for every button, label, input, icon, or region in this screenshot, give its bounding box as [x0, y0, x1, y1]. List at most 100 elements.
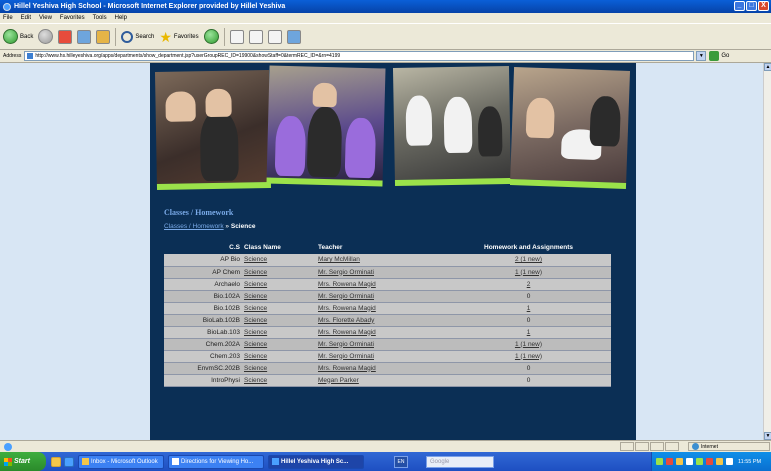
breadcrumb-link-classes[interactable]: Classes / Homework [164, 223, 224, 230]
go-button-label[interactable]: Go [721, 53, 729, 59]
teacher-link[interactable]: Mr. Sergio Orminati [318, 353, 374, 360]
home-icon[interactable] [96, 29, 111, 44]
tray-icon[interactable] [716, 458, 723, 465]
tray-icon[interactable] [666, 458, 673, 465]
teacher-link[interactable]: Mrs. Rowena Magid [318, 281, 376, 288]
vertical-scrollbar[interactable]: ▲ ▼ [763, 63, 771, 440]
teacher-link[interactable]: Mrs. Rowena Magid [318, 305, 376, 312]
class-name-link[interactable]: Science [244, 317, 267, 324]
teacher-link[interactable]: Mr. Sergio Orminati [318, 269, 374, 276]
homework-count: 0 [526, 364, 531, 372]
tray-icon[interactable] [686, 458, 693, 465]
security-zone: Internet [688, 442, 770, 451]
address-input[interactable]: http://www.hs.hilleyeshiva.org/apps/depa… [24, 51, 695, 61]
homework-link[interactable]: 1 [527, 305, 531, 312]
taskbar: Start Inbox - Microsoft Outlook Directio… [0, 452, 771, 471]
teacher-link[interactable]: Mr. Sergio Orminati [318, 293, 374, 300]
address-dropdown-icon[interactable]: ▼ [696, 51, 707, 61]
cell-homework: 2 (1 new) [446, 254, 611, 267]
taskbar-item-ie[interactable]: Hillel Yeshiva High Sc... [268, 454, 364, 469]
class-name-link[interactable]: Science [244, 305, 267, 312]
tray-icon[interactable] [706, 458, 713, 465]
google-search-box[interactable]: Google [426, 455, 494, 468]
stop-icon[interactable] [58, 29, 73, 44]
messenger-icon[interactable] [286, 29, 301, 44]
cell-cs: BioLab.103 [164, 326, 242, 339]
table-row: IntroPhysi Science Megan Parker 0 [164, 374, 611, 387]
history-icon[interactable] [203, 29, 219, 44]
photo-figure [306, 106, 343, 178]
back-button[interactable]: Back [3, 29, 33, 44]
scroll-up-icon[interactable]: ▲ [764, 63, 771, 71]
tray-icon[interactable] [696, 458, 703, 465]
task-label: Directions for Viewing Ho... [181, 458, 254, 465]
menu-help[interactable]: Help [115, 15, 127, 21]
cell-class-name: Science [242, 266, 316, 279]
class-name-link[interactable]: Science [244, 293, 267, 300]
teacher-link[interactable]: Mrs. Florette Abady [318, 317, 374, 324]
homework-link[interactable]: 2 (1 new) [515, 256, 542, 263]
cell-teacher: Mrs. Rowena Magid [316, 278, 446, 291]
teacher-link[interactable]: Mrs. Rowena Magid [318, 365, 376, 372]
teacher-link[interactable]: Mary McMillan [318, 256, 360, 263]
quick-launch [51, 456, 74, 467]
mail-icon[interactable] [229, 29, 244, 44]
homework-link[interactable]: 1 [527, 329, 531, 336]
page-icon [27, 53, 34, 59]
close-button[interactable]: X [758, 1, 769, 11]
class-name-link[interactable]: Science [244, 341, 267, 348]
favorites-button[interactable]: ★ Favorites [159, 30, 198, 44]
homework-link[interactable]: 1 (1 new) [515, 341, 542, 348]
cell-teacher: Mrs. Rowena Magid [316, 362, 446, 375]
teacher-link[interactable]: Mr. Sergio Orminati [318, 341, 374, 348]
class-name-link[interactable]: Science [244, 353, 267, 360]
edit-icon[interactable] [267, 29, 282, 44]
page-done-icon [4, 442, 12, 451]
cell-class-name: Science [242, 254, 316, 267]
word-icon [172, 458, 179, 465]
menu-favorites[interactable]: Favorites [60, 15, 85, 21]
scroll-down-icon[interactable]: ▼ [764, 432, 771, 440]
cell-cs: Archaelo [164, 278, 242, 291]
menu-file[interactable]: File [3, 15, 13, 21]
cell-homework: 2 [446, 278, 611, 291]
photo-figure [165, 91, 196, 122]
menu-tools[interactable]: Tools [93, 15, 107, 21]
homework-link[interactable]: 1 (1 new) [515, 269, 542, 276]
task-label: Hillel Yeshiva High Sc... [281, 458, 349, 465]
menu-view[interactable]: View [39, 15, 52, 21]
site-content: Classes / Homework Classes / Homework » … [150, 63, 636, 440]
homework-link[interactable]: 2 [527, 281, 531, 288]
go-arrow-icon[interactable] [709, 51, 720, 61]
system-tray: 11:55 PM [651, 452, 771, 471]
print-icon[interactable] [248, 29, 263, 44]
teacher-link[interactable]: Mrs. Rowena Magid [318, 329, 376, 336]
class-name-link[interactable]: Science [244, 281, 267, 288]
class-name-link[interactable]: Science [244, 256, 267, 263]
language-indicator[interactable]: EN [394, 455, 408, 468]
taskbar-item-word[interactable]: Directions for Viewing Ho... [168, 454, 264, 469]
class-name-link[interactable]: Science [244, 377, 267, 384]
tray-icon[interactable] [676, 458, 683, 465]
start-button[interactable]: Start [0, 452, 46, 471]
class-name-link[interactable]: Science [244, 269, 267, 276]
show-desktop-icon[interactable] [51, 456, 61, 467]
tray-icon[interactable] [726, 458, 733, 465]
maximize-button[interactable]: □ [746, 1, 757, 11]
start-label: Start [14, 458, 30, 465]
class-name-link[interactable]: Science [244, 365, 267, 372]
menu-edit[interactable]: Edit [21, 15, 31, 21]
taskbar-item-outlook[interactable]: Inbox - Microsoft Outlook [78, 454, 164, 469]
class-name-link[interactable]: Science [244, 329, 267, 336]
forward-button[interactable] [38, 29, 54, 44]
tray-icon[interactable] [656, 458, 663, 465]
minimize-button[interactable]: _ [734, 1, 745, 11]
ie-launch-icon[interactable] [64, 456, 74, 467]
homework-link[interactable]: 1 (1 new) [515, 353, 542, 360]
photo-figure [199, 110, 239, 182]
teacher-link[interactable]: Megan Parker [318, 377, 359, 384]
refresh-icon[interactable] [77, 29, 92, 44]
search-button[interactable]: Search [121, 30, 154, 43]
back-arrow-icon [3, 29, 18, 44]
status-bar: Internet [0, 440, 771, 452]
